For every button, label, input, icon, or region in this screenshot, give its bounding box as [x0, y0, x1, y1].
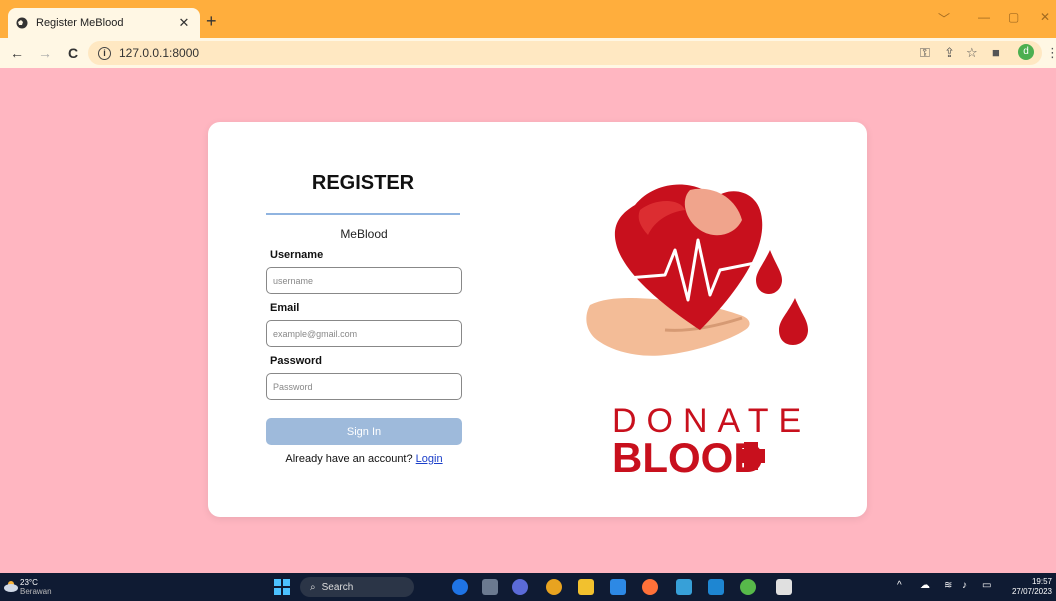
blood-drop-icon [779, 298, 808, 345]
tray-chevron-icon[interactable]: ^ [897, 580, 902, 591]
email-input[interactable]: example@gmail.com [266, 320, 462, 347]
taskbar: 23°C Berawan ⌕ Search ^ ☁ ≋ ♪ ▭ 19:57 27… [0, 573, 1056, 601]
register-form: REGISTER MeBlood Username username Email… [266, 172, 462, 465]
reload-icon[interactable]: C [62, 45, 84, 61]
login-prompt: Already have an account? Login [266, 453, 462, 465]
clock-time: 19:57 [1031, 577, 1052, 586]
firefox-icon[interactable] [642, 579, 658, 595]
minimize-icon[interactable]: — [978, 10, 990, 24]
email-label: Email [270, 302, 300, 314]
restore-icon[interactable]: ▢ [1008, 10, 1019, 24]
donate-blood-illustration: DONATE BLOOD [586, 184, 808, 480]
clock-date: 27/07/2023 [1011, 587, 1052, 596]
browser-toolbar: ← → C i 127.0.0.1:8000 ⚿ ⇪ ☆ ■ d ⋮ [0, 38, 1056, 68]
chat-icon[interactable] [512, 579, 528, 595]
tab-search-icon[interactable]: ﹀ [938, 10, 950, 27]
onedrive-icon[interactable]: ☁ [920, 580, 930, 591]
chrome-icon[interactable] [546, 579, 562, 595]
username-placeholder: username [273, 275, 314, 286]
globe-icon [16, 17, 28, 29]
task-view-icon[interactable] [482, 579, 498, 595]
profile-avatar[interactable]: d [1018, 44, 1034, 60]
tab-close-icon[interactable]: ✕ [176, 15, 192, 31]
battery-icon[interactable]: ▭ [982, 580, 991, 591]
username-label: Username [270, 249, 324, 261]
vscode-icon[interactable] [708, 579, 724, 595]
wifi-icon[interactable]: ≋ [944, 580, 952, 591]
register-card: REGISTER MeBlood Username username Email… [208, 122, 867, 517]
blood-drop-icon [756, 250, 782, 294]
weather-condition: Berawan [20, 587, 52, 596]
browser-tabbar: Register MeBlood ✕ + ﹀ — ▢ ✕ [0, 0, 1056, 38]
volume-icon[interactable]: ♪ [962, 580, 967, 591]
app-icon[interactable] [776, 579, 792, 595]
share-icon[interactable]: ⇪ [944, 45, 955, 61]
close-window-icon[interactable]: ✕ [1040, 10, 1050, 24]
taskbar-search[interactable]: ⌕ Search [300, 577, 414, 597]
temperature: 23°C [20, 578, 38, 587]
windows-start-icon[interactable] [274, 579, 290, 595]
email-placeholder: example@gmail.com [273, 328, 358, 339]
key-icon[interactable]: ⚿ [920, 45, 930, 61]
form-title: REGISTER [311, 172, 415, 194]
password-label: Password [270, 355, 322, 367]
forward-icon[interactable]: → [34, 45, 56, 61]
address-bar[interactable]: i 127.0.0.1:8000 [88, 41, 1042, 65]
login-link[interactable]: Login [416, 453, 443, 465]
new-tab-icon[interactable]: + [206, 12, 217, 30]
browser-tab[interactable]: Register MeBlood ✕ [8, 8, 200, 38]
side-panel-icon[interactable]: ■ [992, 45, 1000, 60]
username-input[interactable]: username [266, 267, 462, 294]
weather-cloud-icon [4, 581, 18, 592]
bing-icon[interactable] [452, 579, 468, 595]
account-prompt-text: Already have an account? [285, 453, 413, 465]
back-icon[interactable]: ← [6, 45, 28, 61]
url-text: 127.0.0.1:8000 [119, 46, 200, 60]
bookmark-star-icon[interactable]: ☆ [966, 45, 978, 61]
password-input[interactable]: Password [266, 373, 462, 400]
password-placeholder: Password [273, 381, 313, 392]
weather-widget[interactable]: 23°C Berawan [20, 578, 52, 596]
taskbar-clock[interactable]: 19:57 27/07/2023 [1012, 577, 1052, 597]
sign-in-button[interactable]: Sign In [266, 418, 462, 445]
tab-title: Register MeBlood [36, 17, 124, 29]
search-label: Search [321, 581, 354, 593]
chrome-profile-icon[interactable] [740, 579, 756, 595]
site-info-icon[interactable]: i [98, 46, 111, 60]
store-icon[interactable] [610, 579, 626, 595]
photos-icon[interactable] [676, 579, 692, 595]
search-icon: ⌕ [310, 581, 316, 593]
menu-kebab-icon[interactable]: ⋮ [1046, 45, 1056, 61]
brand-name: MeBlood [340, 227, 388, 241]
title-divider [266, 213, 460, 215]
file-explorer-icon[interactable] [578, 579, 594, 595]
